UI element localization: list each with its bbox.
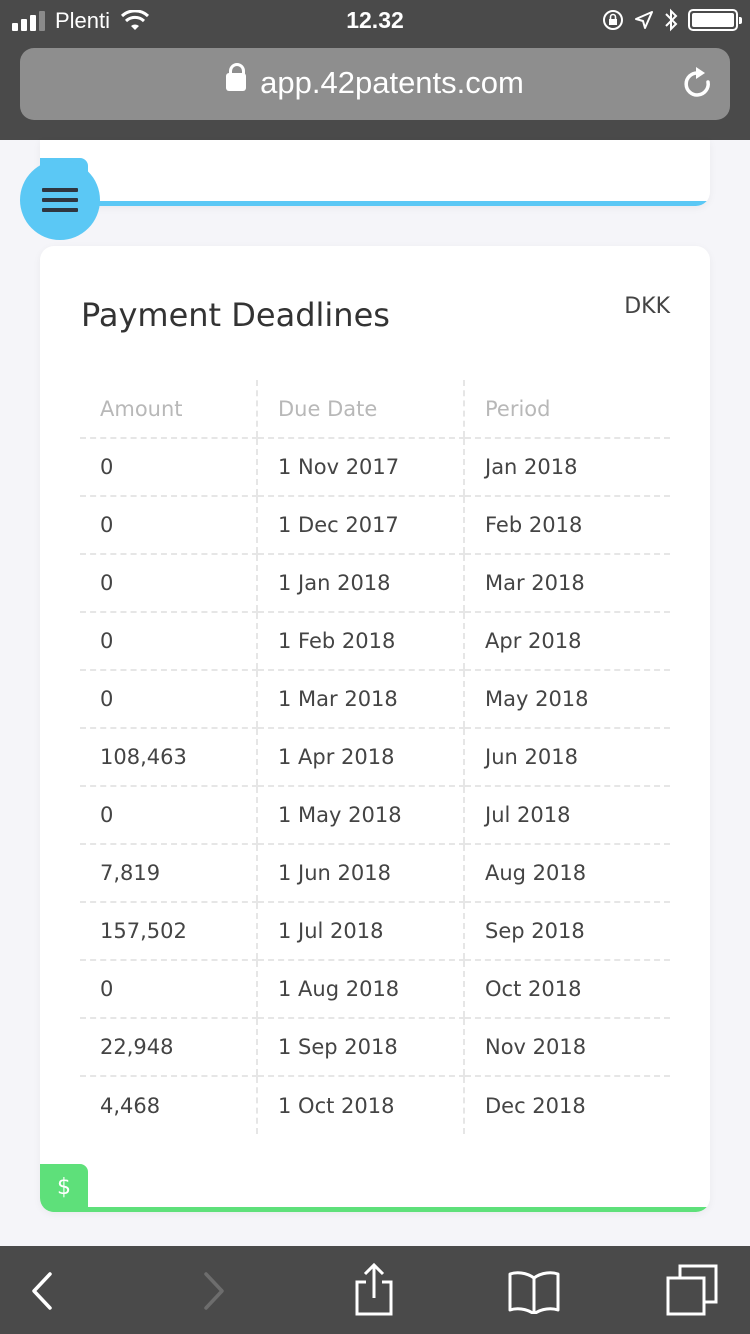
column-header-due-date: Due Date (256, 380, 464, 439)
browser-chrome: Plenti 12.32 app.42patents.com (0, 0, 750, 140)
table-row: 4,468 1 Oct 2018 Dec 2018 (80, 1076, 670, 1134)
period-cell: Jun 2018 (463, 728, 670, 787)
menu-button[interactable] (20, 160, 100, 240)
forward-icon[interactable] (186, 1268, 238, 1314)
battery-icon (688, 9, 742, 31)
due-date-cell: 1 Mar 2018 (256, 670, 464, 729)
table-row: 108,463 1 Apr 2018 Jun 2018 (80, 728, 670, 787)
period-cell: Sep 2018 (463, 902, 670, 961)
amount-cell: 22,948 (80, 1018, 257, 1077)
table-row: 7,819 1 Jun 2018 Aug 2018 (80, 844, 670, 903)
tabs-icon[interactable] (666, 1264, 718, 1316)
due-date-cell: 1 Nov 2017 (256, 438, 464, 497)
lock-icon (226, 63, 247, 91)
period-cell: Aug 2018 (463, 844, 670, 903)
due-date-cell: 1 Feb 2018 (256, 612, 464, 671)
due-date-cell: 1 Aug 2018 (256, 960, 464, 1019)
table-row: 01 Dec 2017 Feb 2018 (80, 496, 670, 555)
amount-cell: 0 (80, 554, 257, 613)
due-date-cell: 1 Jan 2018 (256, 554, 464, 613)
reload-icon[interactable] (682, 66, 714, 102)
column-header-amount: Amount (80, 380, 257, 439)
amount-cell: 157,502 (80, 902, 257, 961)
amount-cell: 4,468 (100, 1093, 161, 1118)
period-cell: Dec 2018 (463, 1076, 670, 1134)
amount-cell: 108,463 (80, 728, 257, 787)
amount-cell: 7,819 (80, 844, 257, 903)
period-cell: May 2018 (463, 670, 670, 729)
amount-cell: 0 (80, 496, 257, 555)
due-date-cell: 1 Jun 2018 (256, 844, 464, 903)
amount-cell: 0 (80, 612, 257, 671)
card-accent-bar (40, 201, 710, 206)
url-text: app.42patents.com (260, 65, 524, 100)
table-row: 01 May 2018 Jul 2018 (80, 786, 670, 845)
browser-toolbar (0, 1246, 750, 1334)
address-bar[interactable]: app.42patents.com (20, 48, 730, 120)
orientation-lock-icon (603, 10, 623, 30)
due-date-cell: 1 Dec 2017 (256, 496, 464, 555)
table-row: 157,502 1 Jul 2018 Sep 2018 (80, 902, 670, 961)
period-cell: Feb 2018 (463, 496, 670, 555)
table-row: 01 Feb 2018 Apr 2018 (80, 612, 670, 671)
dollar-icon: $ (40, 1164, 88, 1212)
payment-table: Amount Due Date Period 01 Nov 2017 Jan 20… (80, 380, 670, 1134)
location-icon (635, 11, 653, 29)
previous-card (40, 140, 710, 206)
card-accent-bar (40, 1207, 710, 1212)
due-date-cell: 1 Sep 2018 (256, 1018, 464, 1077)
period-cell: Mar 2018 (463, 554, 670, 613)
payment-deadlines-card: Payment Deadlines DKK Amount Due Date Pe… (40, 246, 710, 1212)
due-date-cell: 1 Oct 2018 (256, 1076, 464, 1134)
column-header-period: Period (463, 380, 670, 439)
table-row: 01 Jan 2018 Mar 2018 (80, 554, 670, 613)
period-cell: Oct 2018 (463, 960, 670, 1019)
due-date-cell: 1 Jul 2018 (256, 902, 464, 961)
amount-cell: 0 (80, 960, 257, 1019)
period-cell: Apr 2018 (463, 612, 670, 671)
period-cell: Nov 2018 (463, 1018, 670, 1077)
bluetooth-icon (665, 8, 678, 32)
table-row: 22,948 1 Sep 2018 Nov 2018 (80, 1018, 670, 1077)
menu-icon (42, 188, 78, 192)
period-cell: Jul 2018 (463, 786, 670, 845)
currency-label: DKK (624, 294, 670, 319)
due-date-cell: 1 May 2018 (256, 786, 464, 845)
amount-cell: 0 (80, 670, 257, 729)
share-icon[interactable] (348, 1262, 400, 1316)
bookmarks-icon[interactable] (508, 1268, 560, 1314)
status-bar: Plenti 12.32 (0, 0, 750, 42)
table-row: 01 Nov 2017 Jan 2018 (80, 438, 670, 497)
period-cell: Jan 2018 (463, 438, 670, 497)
card-title: Payment Deadlines (81, 296, 390, 334)
table-row: 01 Aug 2018 Oct 2018 (80, 960, 670, 1019)
table-row: 01 Mar 2018 May 2018 (80, 670, 670, 729)
amount-cell: 0 (80, 786, 257, 845)
back-icon[interactable] (18, 1268, 70, 1314)
table-header-row: Amount Due Date Period (80, 380, 670, 439)
amount-cell: 0 (80, 438, 257, 497)
due-date-cell: 1 Apr 2018 (256, 728, 464, 787)
